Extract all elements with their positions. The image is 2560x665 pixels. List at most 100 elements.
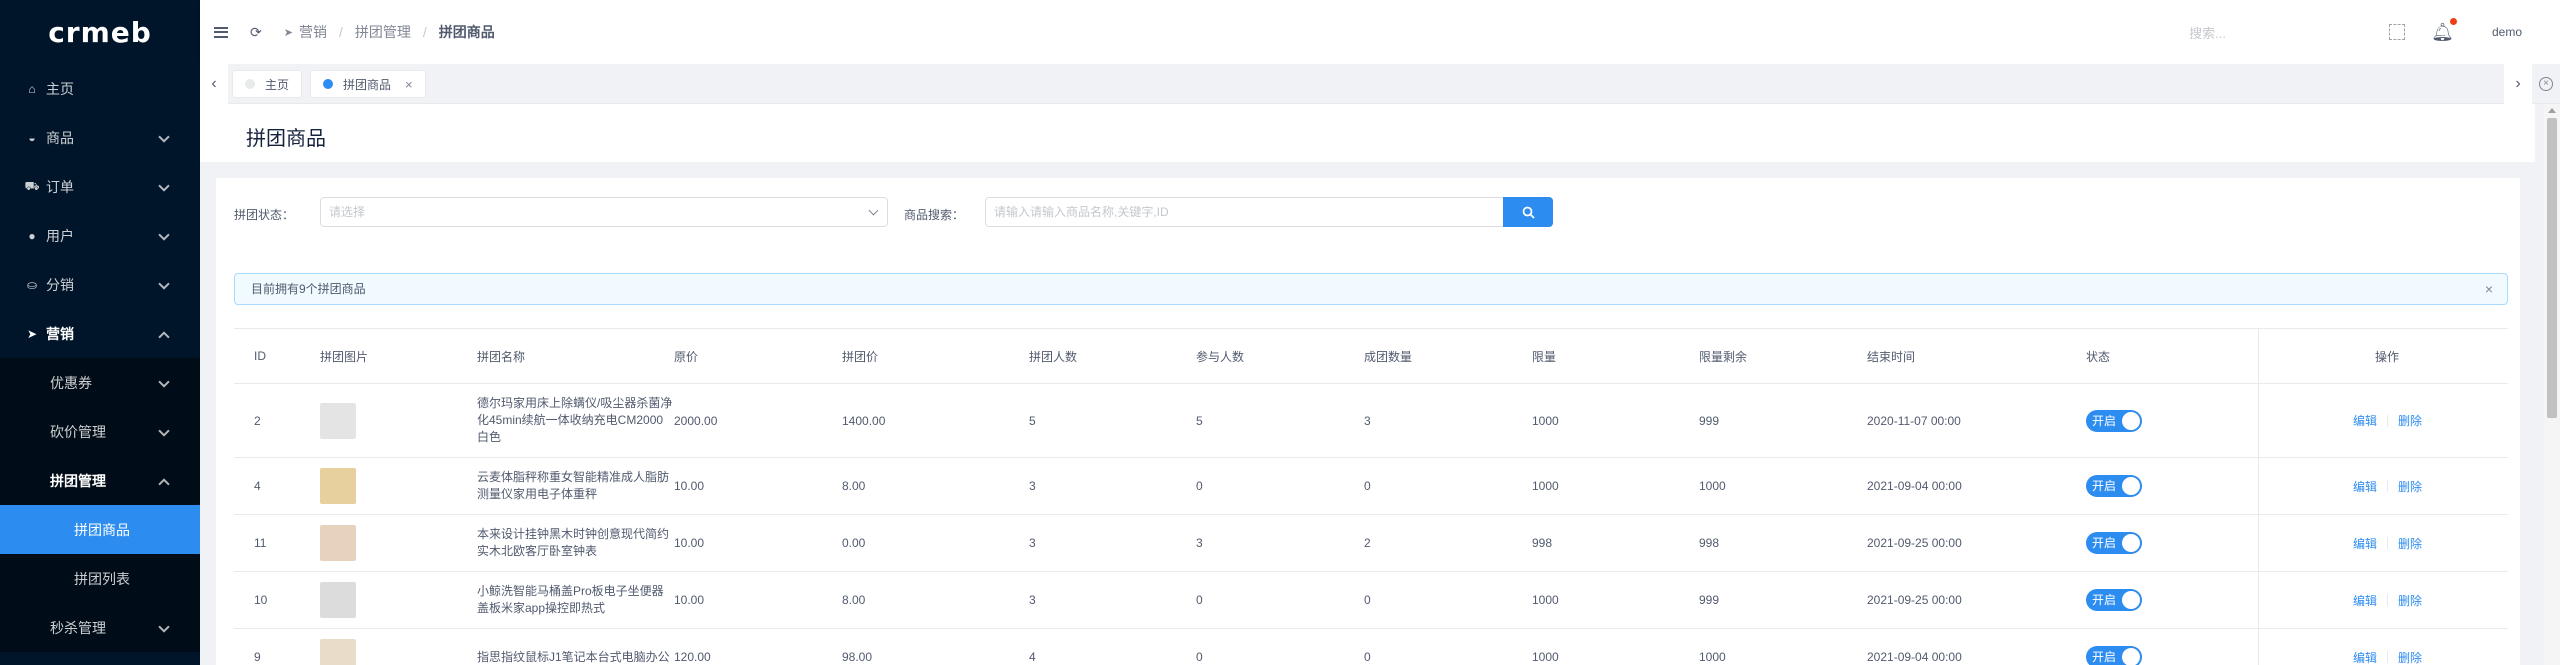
column-header: 结束时间 xyxy=(1867,349,1916,364)
send-icon: ➤ xyxy=(26,326,38,341)
fullscreen-icon[interactable] xyxy=(2389,24,2406,40)
close-icon[interactable]: × xyxy=(405,77,413,92)
sidebar-item-group-list[interactable]: 拼团列表 xyxy=(0,554,200,603)
close-icon[interactable]: × xyxy=(2485,274,2493,304)
logo: crmeb xyxy=(48,15,152,49)
home-icon: ⌂ xyxy=(28,81,36,96)
product-name: 本来设计挂钟黑木时钟创意现代简约实木北欧客厅卧室钟表 xyxy=(477,527,670,558)
sidebar-item-bargain[interactable]: 砍价管理 xyxy=(0,407,200,456)
status-toggle[interactable]: 开启 xyxy=(2086,409,2142,432)
cell-group-size: 4 xyxy=(1029,650,1036,664)
breadcrumb-item[interactable]: 拼团管理 xyxy=(355,22,411,42)
cell-end-time: 2021-09-04 00:00 xyxy=(1867,650,1962,664)
cell-group-size: 3 xyxy=(1029,479,1036,493)
tabs-bar: ‹ 主页 拼团商品 × › × xyxy=(200,64,2560,104)
header-search-input[interactable]: 搜索... xyxy=(2189,23,2309,42)
product-thumbnail[interactable] xyxy=(320,525,356,561)
scroll-up-icon[interactable] xyxy=(2548,108,2556,113)
divider xyxy=(2387,651,2389,663)
chevron-up-icon xyxy=(158,477,170,490)
tabs-scroll-left-icon[interactable]: ‹ xyxy=(200,64,228,104)
cell-limit: 1000 xyxy=(1532,593,1559,607)
product-thumbnail[interactable] xyxy=(320,639,356,665)
group-products-table: ID 拼团图片 拼团名称 原价 拼团价 拼团人数 参与人数 成团数量 限量 限量… xyxy=(234,328,2508,665)
refresh-icon[interactable]: ⟳ xyxy=(250,24,262,41)
breadcrumb-separator: / xyxy=(422,24,427,40)
delete-link[interactable]: 删除 xyxy=(2398,478,2422,495)
product-thumbnail[interactable] xyxy=(320,468,356,504)
column-header: 拼团图片 xyxy=(320,349,369,364)
status-toggle[interactable]: 开启 xyxy=(2086,532,2142,554)
column-header: 参与人数 xyxy=(1196,349,1245,364)
cell-groups-formed: 0 xyxy=(1364,479,1371,493)
sidebar-item-label: 商品 xyxy=(46,129,74,146)
tab-home[interactable]: 主页 xyxy=(232,70,303,98)
cell-groups-formed: 3 xyxy=(1364,413,1371,428)
close-all-tabs-icon[interactable]: × xyxy=(2532,64,2560,104)
cell-price: 120.00 xyxy=(674,650,711,664)
sidebar-item-products[interactable]: ◒ 商品 xyxy=(0,113,200,162)
sidebar-item-distribution[interactable]: ⛀ 分销 xyxy=(0,260,200,309)
toggle-label: 开启 xyxy=(2092,413,2117,428)
tabs-scroll-right-icon[interactable]: › xyxy=(2504,64,2532,104)
status-toggle[interactable]: 开启 xyxy=(2086,475,2142,497)
shopping-basket-icon: ◒ xyxy=(28,130,36,145)
sidebar-item-users[interactable]: ● 用户 xyxy=(0,211,200,260)
sidebar-item-label: 营销 xyxy=(46,325,74,342)
sidebar-item-label: 订单 xyxy=(46,178,74,195)
page-scrollbar[interactable] xyxy=(2544,104,2560,665)
sidebar-item-marketing[interactable]: ➤ 营销 xyxy=(0,309,200,358)
product-search-input[interactable]: 请输入请输入商品名称,关键字,ID xyxy=(985,197,1503,227)
delete-link[interactable]: 删除 xyxy=(2398,592,2422,609)
cell-participants: 3 xyxy=(1196,536,1203,550)
cell-actions: 编辑 删除 xyxy=(2353,515,2422,571)
toggle-knob xyxy=(2122,648,2140,665)
cell-id: 4 xyxy=(254,479,261,493)
cell-limit: 998 xyxy=(1532,536,1553,550)
sidebar-item-home[interactable]: ⌂ 主页 xyxy=(0,64,200,113)
sidebar-item-label: 用户 xyxy=(46,227,74,244)
column-header: 限量剩余 xyxy=(1699,349,1748,364)
menu-toggle-icon[interactable] xyxy=(214,26,228,38)
cell-remaining: 1000 xyxy=(1699,650,1726,664)
status-toggle[interactable]: 开启 xyxy=(2086,589,2142,611)
scrollbar-thumb[interactable] xyxy=(2547,118,2557,418)
edit-link[interactable]: 编辑 xyxy=(2353,412,2377,429)
edit-link[interactable]: 编辑 xyxy=(2353,649,2377,665)
search-button[interactable] xyxy=(1503,197,1553,227)
toggle-knob xyxy=(2122,411,2140,430)
cell-end-time: 2021-09-25 00:00 xyxy=(1867,536,1962,550)
product-thumbnail[interactable] xyxy=(320,582,356,618)
breadcrumb-item[interactable]: 营销 xyxy=(299,22,327,42)
edit-link[interactable]: 编辑 xyxy=(2353,478,2377,495)
cell-group-price: 8.00 xyxy=(842,479,866,493)
status-select[interactable]: 请选择 xyxy=(320,197,888,227)
delete-link[interactable]: 删除 xyxy=(2398,535,2422,552)
cell-remaining: 999 xyxy=(1699,593,1720,607)
sidebar-item-orders[interactable]: ⛟ 订单 xyxy=(0,162,200,211)
product-thumbnail[interactable] xyxy=(320,402,356,439)
delete-link[interactable]: 删除 xyxy=(2398,649,2422,665)
delete-link[interactable]: 删除 xyxy=(2398,412,2422,429)
cell-groups-formed: 2 xyxy=(1364,536,1371,550)
cell-id: 2 xyxy=(254,413,261,428)
cell-price: 10.00 xyxy=(674,593,705,607)
sidebar-item-coupons[interactable]: 优惠券 xyxy=(0,358,200,407)
sidebar-item-group-buy[interactable]: 拼团管理 xyxy=(0,456,200,505)
edit-link[interactable]: 编辑 xyxy=(2353,535,2377,552)
toggle-label: 开启 xyxy=(2092,536,2117,550)
toggle-label: 开启 xyxy=(2092,479,2117,493)
sidebar-item-flash-sale[interactable]: 秒杀管理 xyxy=(0,603,200,652)
cell-name: 指思指纹鼠标J1笔记本台式电脑办公 xyxy=(477,629,673,665)
username[interactable]: demo xyxy=(2492,25,2522,39)
chevron-up-icon xyxy=(158,330,170,343)
tab-group-products[interactable]: 拼团商品 × xyxy=(310,70,426,98)
edit-link[interactable]: 编辑 xyxy=(2353,592,2377,609)
sidebar-item-group-products[interactable]: 拼团商品 xyxy=(0,505,200,554)
status-toggle[interactable]: 开启 xyxy=(2086,646,2142,665)
divider xyxy=(2387,480,2389,492)
bell-icon[interactable]: 🔔︎ xyxy=(2431,17,2457,43)
search-filter-label: 商品搜索： xyxy=(904,208,965,222)
sidebar: crmeb ⌂ 主页 ◒ 商品 ⛟ 订单 ● 用户 ⛀ 分销 ➤ 营销 优惠券 … xyxy=(0,0,200,665)
cell-group-size: 5 xyxy=(1029,413,1036,428)
